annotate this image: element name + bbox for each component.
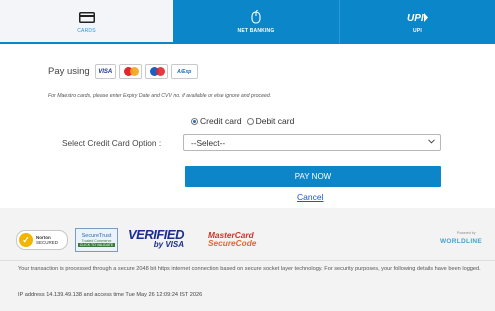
securetrust-validate: CLICK TO VALIDATE (77, 243, 116, 247)
card-type-radio-group: Credit card Debit card (191, 116, 299, 126)
powered-by-text: Powered by (457, 231, 476, 235)
tab-net-banking[interactable]: NET BANKING (173, 0, 339, 44)
card-option-label: Select Credit Card Option : (62, 138, 162, 148)
worldline-text: WORLDLINE (440, 238, 483, 245)
tab-cards-label: CARDS (77, 28, 96, 34)
mouse-icon (251, 10, 261, 24)
active-tab-indicator (0, 42, 173, 44)
debit-card-radio-label: Debit card (255, 116, 295, 126)
mastercard-logo (118, 64, 142, 79)
card-option-select-value: --Select-- (191, 137, 226, 148)
pay-using-row: Pay using VISA A/Exp (48, 64, 201, 79)
credit-card-icon (78, 10, 95, 24)
credit-card-radio-option[interactable]: Credit card (191, 116, 242, 126)
securetrust-badge: SecureTrust Trusted Commerce CLICK TO VA… (75, 228, 118, 252)
credit-card-radio-label: Credit card (200, 116, 242, 126)
upi-logo-icon: UPI (407, 10, 429, 24)
visa-logo: VISA (94, 64, 116, 79)
cancel-link[interactable]: Cancel (297, 192, 323, 202)
payment-method-tabs: CARDS NET BANKING UPI UPI (0, 0, 495, 44)
by-visa-text: by VISA (153, 240, 184, 249)
mastercard-securecode-logo: MasterCard SecureCode (208, 231, 256, 247)
tab-cards[interactable]: CARDS (0, 0, 173, 44)
norton-secured-text: SECURED (36, 240, 59, 245)
credit-card-radio[interactable] (191, 117, 198, 125)
norton-secured-badge: ✓ Norton SECURED (16, 230, 68, 250)
footer-divider (0, 260, 495, 261)
pay-now-button[interactable]: PAY NOW (185, 166, 441, 187)
tab-upi-label: UPI (413, 28, 422, 34)
debit-card-radio-option[interactable]: Debit card (246, 116, 295, 126)
ip-address-text: IP address 14.139.49.138 and access time… (18, 292, 203, 298)
card-option-select[interactable]: --Select-- (183, 134, 441, 151)
debit-card-radio[interactable] (246, 117, 254, 125)
upi-logo-text: UPI (407, 13, 424, 23)
checkmark-icon: ✓ (19, 233, 33, 247)
verified-by-visa-logo: VERIFIED by VISA (128, 228, 190, 249)
security-info-text: Your transaction is processed through a … (18, 266, 481, 272)
footer: ✓ Norton SECURED SecureTrust Trusted Com… (0, 208, 495, 311)
chevron-down-icon (428, 139, 435, 146)
trust-badges-row: ✓ Norton SECURED SecureTrust Trusted Com… (0, 218, 495, 258)
maestro-note: For Maestro cards, please enter Expiry D… (48, 93, 272, 99)
securecode-text: SecureCode (208, 238, 257, 248)
tab-net-banking-label: NET BANKING (237, 28, 275, 34)
worldline-logo: Powered by WORLDLINE (440, 231, 482, 245)
amex-logo: A/Exp (170, 64, 198, 79)
pay-using-label: Pay using (48, 66, 90, 77)
tab-upi[interactable]: UPI UPI (339, 0, 495, 44)
maestro-logo (144, 64, 168, 79)
